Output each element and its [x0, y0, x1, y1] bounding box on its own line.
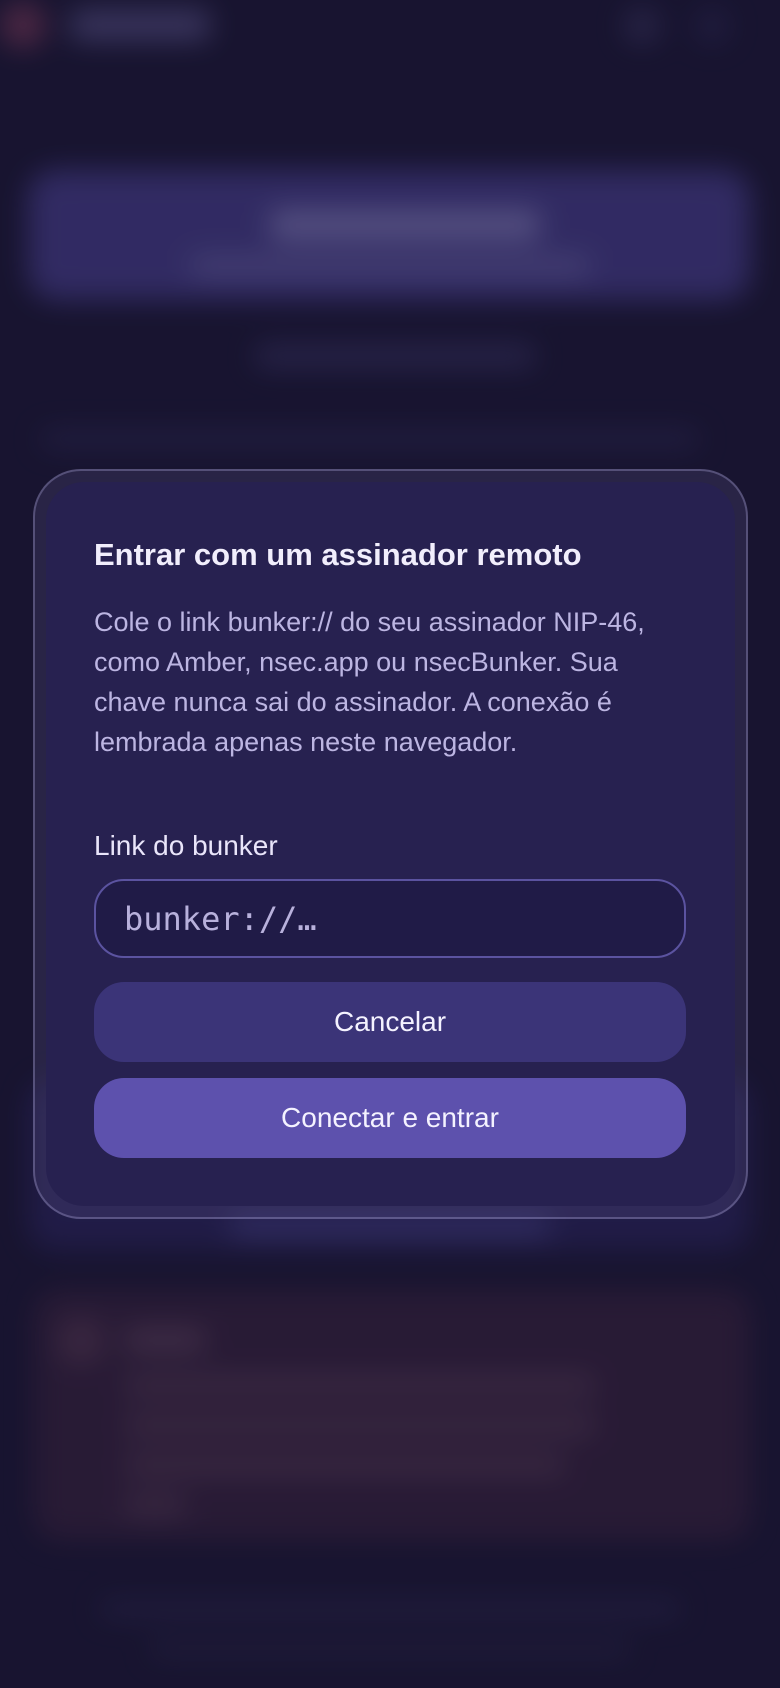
- cancel-button[interactable]: Cancelar: [94, 982, 686, 1062]
- bunker-link-input[interactable]: [94, 879, 686, 958]
- dialog-title: Entrar com um assinador remoto: [94, 537, 582, 572]
- connect-and-login-button[interactable]: Conectar e entrar: [94, 1078, 686, 1158]
- bunker-link-label: Link do bunker: [94, 830, 278, 861]
- dialog-description: Cole o link bunker:// do seu assinador N…: [94, 607, 645, 757]
